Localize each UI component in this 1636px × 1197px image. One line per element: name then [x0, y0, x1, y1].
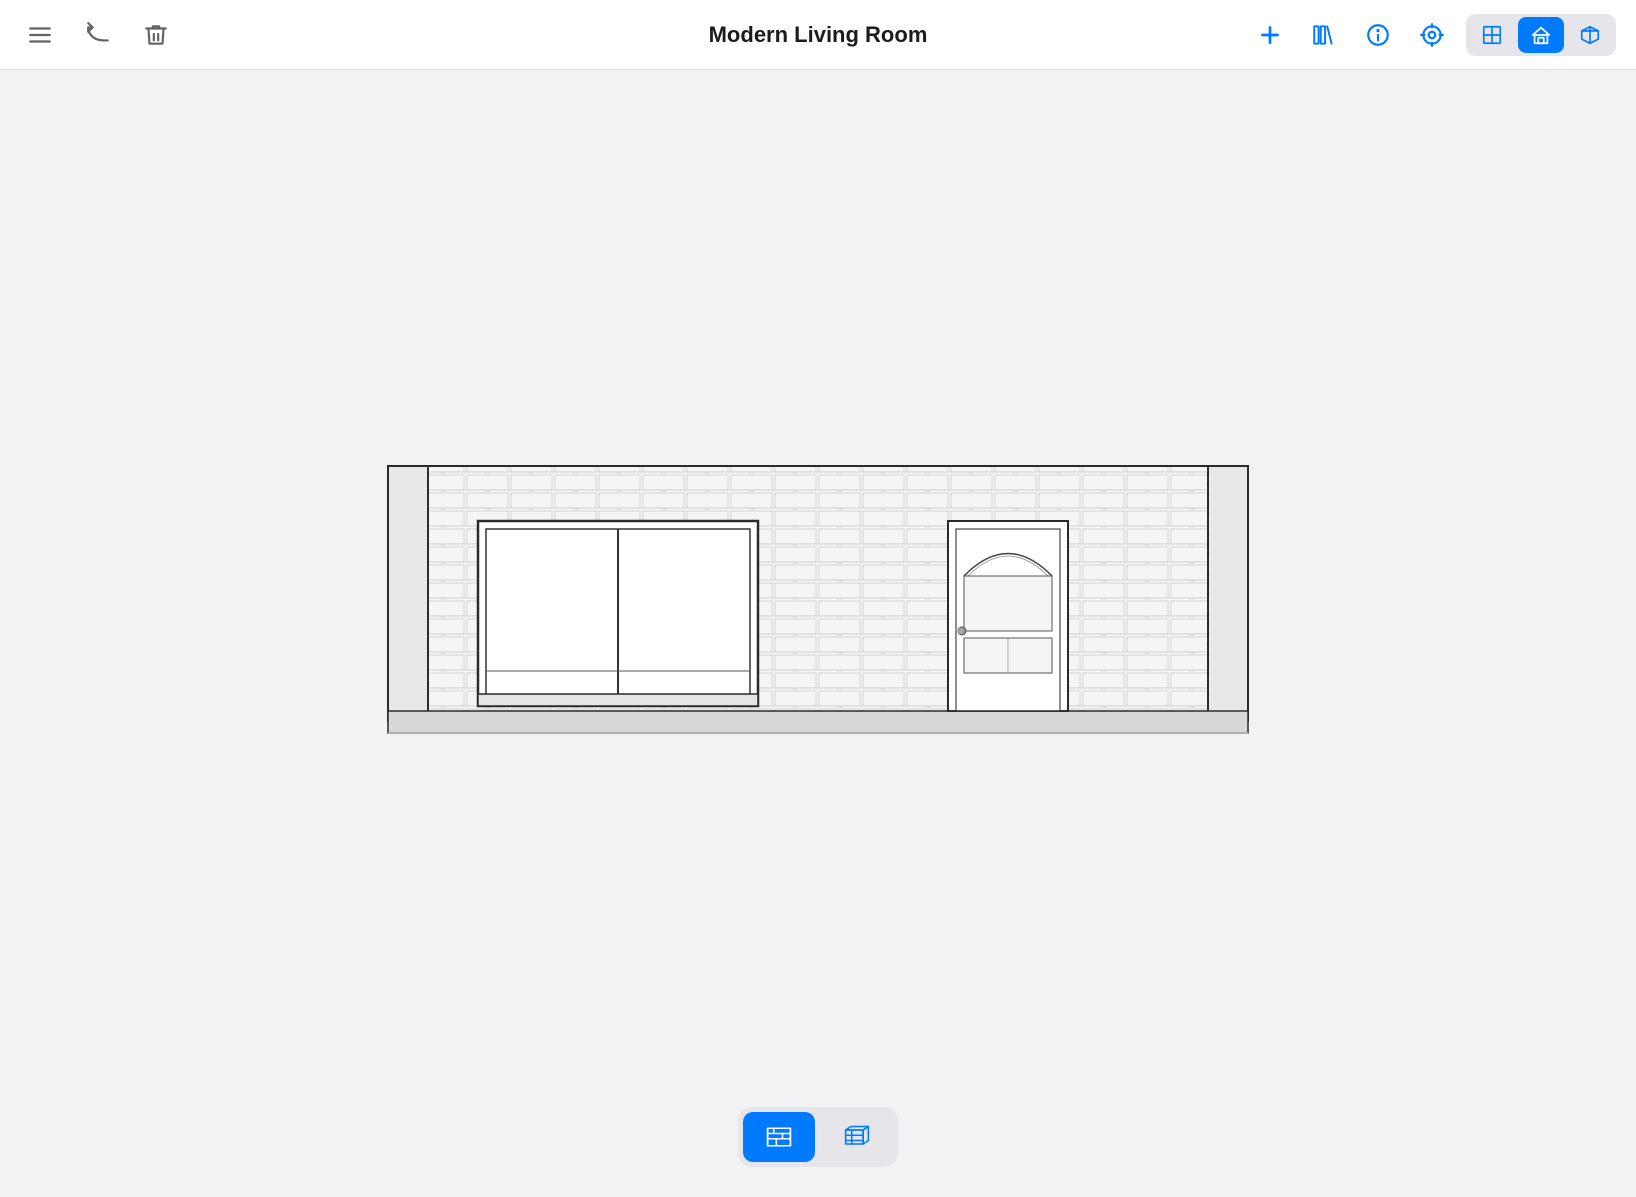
elevation-wrapper	[378, 456, 1258, 751]
view-2d-button[interactable]	[1469, 17, 1515, 53]
canvas-area[interactable]	[0, 70, 1636, 1197]
toolbar-left	[20, 15, 552, 55]
trash-button[interactable]	[136, 15, 176, 55]
target-button[interactable]	[1412, 15, 1452, 55]
view-3d-button[interactable]	[1567, 17, 1613, 53]
toolbar-right	[1084, 14, 1616, 56]
menu-button[interactable]	[20, 15, 60, 55]
info-button[interactable]	[1358, 15, 1398, 55]
toolbar: Modern Living Room	[0, 0, 1636, 70]
bottom-tab-bar	[738, 1107, 898, 1167]
elevation-drawing	[378, 456, 1258, 746]
undo-button[interactable]	[78, 15, 118, 55]
add-button[interactable]	[1250, 15, 1290, 55]
page-title: Modern Living Room	[709, 22, 928, 48]
perspective-tab[interactable]	[821, 1112, 893, 1162]
elevation-tab[interactable]	[743, 1112, 815, 1162]
view-house-button[interactable]	[1518, 17, 1564, 53]
library-button[interactable]	[1304, 15, 1344, 55]
toolbar-center: Modern Living Room	[552, 22, 1084, 48]
view-toggle-group	[1466, 14, 1616, 56]
